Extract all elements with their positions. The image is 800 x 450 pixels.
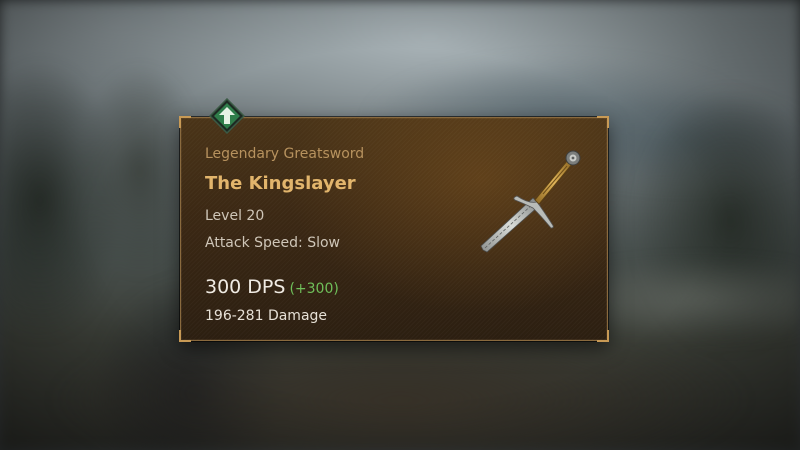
frame-corner [597,330,609,342]
frame-corner [597,116,609,128]
dps-value: 300 DPS [205,276,286,298]
dps-stat: 300 DPS (+300) [205,276,339,298]
frame-corner [179,330,191,342]
frame-corner [179,116,191,128]
item-type-label: Legendary Greatsword [205,146,365,162]
arrow-up-icon [209,98,245,134]
item-name: The Kingslayer [205,173,356,194]
attack-speed: Attack Speed: Slow [205,235,340,251]
game-scene: Legendary Greatsword The Kingslayer Leve… [0,0,800,450]
dps-comparison: (+300) [289,281,339,297]
item-tooltip: Legendary Greatsword The Kingslayer Leve… [179,116,609,342]
greatsword-icon [480,150,581,253]
damage-range: 196-281 Damage [205,308,328,324]
item-level: Level 20 [205,208,265,224]
